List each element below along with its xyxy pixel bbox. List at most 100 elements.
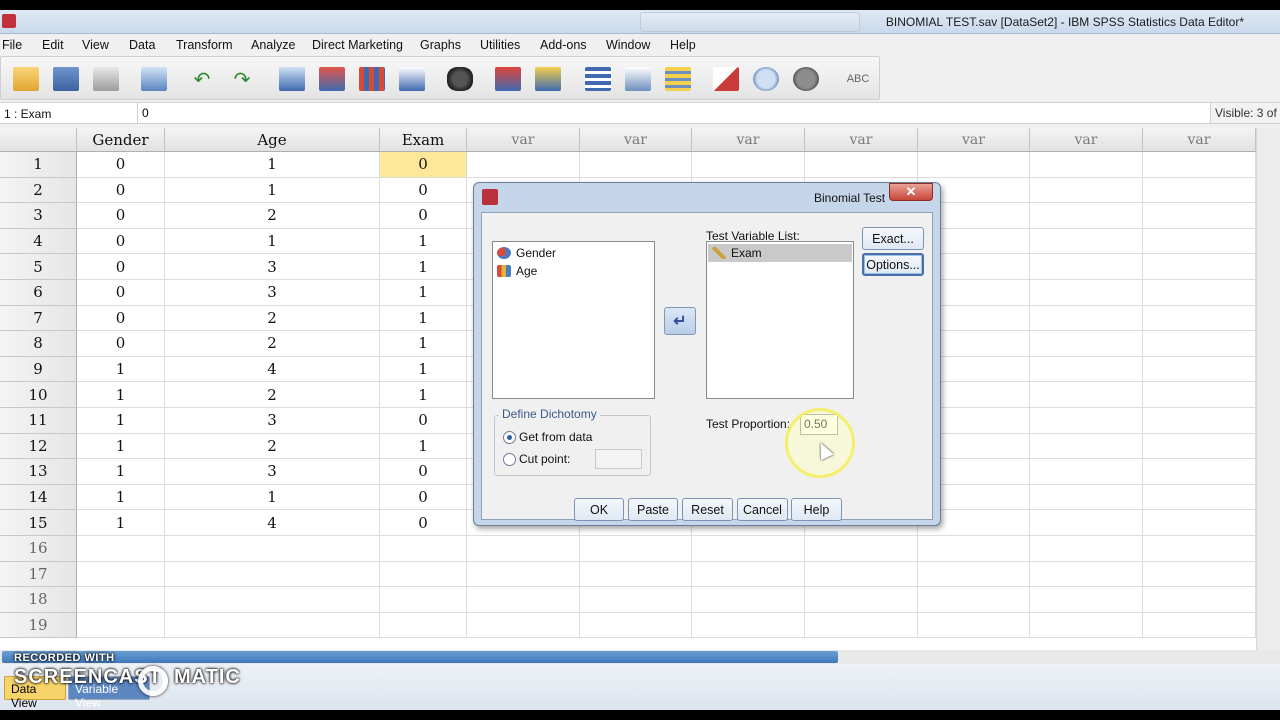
- table-cell[interactable]: [77, 536, 165, 562]
- get-from-data-radio[interactable]: [503, 431, 516, 444]
- row-header[interactable]: 1: [0, 152, 77, 178]
- cell-value-editor[interactable]: 0: [137, 103, 1207, 123]
- table-cell[interactable]: [692, 536, 805, 562]
- table-cell[interactable]: [580, 561, 692, 588]
- menu-utilities[interactable]: Utilities: [480, 38, 520, 52]
- menu-transform[interactable]: Transform: [176, 38, 233, 52]
- show-all-variables-icon[interactable]: [791, 65, 821, 93]
- table-cell[interactable]: 1: [380, 254, 467, 280]
- table-cell[interactable]: 1: [77, 356, 165, 383]
- table-cell[interactable]: [1143, 612, 1256, 639]
- table-cell[interactable]: [1143, 433, 1256, 460]
- table-cell[interactable]: [580, 152, 692, 178]
- table-cell[interactable]: 1: [165, 152, 380, 178]
- table-cell[interactable]: [77, 561, 165, 588]
- table-cell[interactable]: 0: [380, 484, 467, 511]
- table-cell[interactable]: [1143, 228, 1256, 255]
- table-cell[interactable]: [1030, 612, 1143, 639]
- table-cell[interactable]: [805, 587, 918, 613]
- row-header[interactable]: 6: [0, 280, 77, 306]
- table-cell[interactable]: [1030, 408, 1143, 434]
- table-cell[interactable]: [1143, 331, 1256, 357]
- move-variable-button[interactable]: ↵: [664, 307, 696, 335]
- list-item[interactable]: Gender: [497, 244, 556, 262]
- select-cases-icon[interactable]: [663, 65, 693, 93]
- table-cell[interactable]: [580, 612, 692, 639]
- open-folder-icon[interactable]: [11, 65, 41, 93]
- ok-button[interactable]: OK: [574, 498, 624, 521]
- row-header[interactable]: 7: [0, 305, 77, 332]
- table-cell[interactable]: 0: [380, 177, 467, 204]
- table-cell[interactable]: [1030, 484, 1143, 511]
- row-header[interactable]: 2: [0, 177, 77, 204]
- table-cell[interactable]: 0: [77, 254, 165, 280]
- insert-variable-icon[interactable]: [533, 65, 563, 93]
- table-cell[interactable]: 2: [165, 331, 380, 357]
- table-cell[interactable]: [805, 536, 918, 562]
- table-cell[interactable]: [77, 587, 165, 613]
- row-header[interactable]: 9: [0, 356, 77, 383]
- source-variable-list[interactable]: Gender Age: [492, 241, 655, 399]
- table-cell[interactable]: [1143, 408, 1256, 434]
- table-cell[interactable]: [692, 152, 805, 178]
- table-cell[interactable]: 0: [77, 305, 165, 332]
- find-icon[interactable]: [445, 65, 475, 93]
- cancel-button[interactable]: Cancel: [737, 498, 788, 521]
- table-cell[interactable]: [165, 587, 380, 613]
- weight-cases-icon[interactable]: [623, 65, 653, 93]
- get-from-data-label[interactable]: Get from data: [519, 430, 592, 444]
- menu-analyze[interactable]: Analyze: [251, 38, 295, 52]
- column-header-var[interactable]: var: [692, 128, 805, 152]
- table-cell[interactable]: [1030, 510, 1143, 536]
- row-header[interactable]: 17: [0, 561, 77, 588]
- column-header-var[interactable]: var: [580, 128, 692, 152]
- split-file-icon[interactable]: [583, 65, 613, 93]
- table-cell[interactable]: 1: [380, 382, 467, 408]
- table-cell[interactable]: [165, 536, 380, 562]
- table-cell[interactable]: 3: [165, 254, 380, 280]
- table-cell[interactable]: [1030, 254, 1143, 280]
- table-cell[interactable]: [1143, 484, 1256, 511]
- table-cell[interactable]: 1: [77, 510, 165, 536]
- reset-button[interactable]: Reset: [682, 498, 733, 521]
- table-cell[interactable]: 1: [77, 484, 165, 511]
- table-cell[interactable]: [1030, 203, 1143, 229]
- table-cell[interactable]: 0: [77, 203, 165, 229]
- table-cell[interactable]: [805, 152, 918, 178]
- table-cell[interactable]: 0: [380, 510, 467, 536]
- table-cell[interactable]: 1: [380, 433, 467, 460]
- value-labels-icon[interactable]: [711, 65, 741, 93]
- table-cell[interactable]: 4: [165, 356, 380, 383]
- table-cell[interactable]: [380, 587, 467, 613]
- redo-icon[interactable]: ↷: [227, 65, 257, 93]
- help-button[interactable]: Help: [791, 498, 842, 521]
- table-cell[interactable]: 1: [380, 305, 467, 332]
- row-header[interactable]: 8: [0, 331, 77, 357]
- horizontal-scrollbar[interactable]: [0, 650, 1280, 664]
- table-cell[interactable]: [1030, 587, 1143, 613]
- row-header[interactable]: 5: [0, 254, 77, 280]
- table-cell[interactable]: [77, 612, 165, 639]
- table-cell[interactable]: [165, 561, 380, 588]
- table-cell[interactable]: [165, 612, 380, 639]
- table-cell[interactable]: [805, 612, 918, 639]
- table-cell[interactable]: [1030, 459, 1143, 485]
- table-cell[interactable]: [1030, 356, 1143, 383]
- goto-case-icon[interactable]: [277, 65, 307, 93]
- table-cell[interactable]: [1143, 459, 1256, 485]
- menu-data[interactable]: Data: [129, 38, 155, 52]
- column-header-var[interactable]: var: [1143, 128, 1256, 152]
- table-cell[interactable]: 3: [165, 408, 380, 434]
- row-header[interactable]: 19: [0, 612, 77, 639]
- menu-add-ons[interactable]: Add-ons: [540, 38, 587, 52]
- menu-file[interactable]: File: [2, 38, 22, 52]
- table-cell[interactable]: 0: [77, 177, 165, 204]
- table-cell[interactable]: 2: [165, 382, 380, 408]
- table-cell[interactable]: 0: [380, 408, 467, 434]
- column-header-var[interactable]: var: [467, 128, 580, 152]
- row-header[interactable]: 11: [0, 408, 77, 434]
- table-cell[interactable]: [1143, 536, 1256, 562]
- table-cell[interactable]: [1143, 254, 1256, 280]
- menu-help[interactable]: Help: [670, 38, 696, 52]
- table-cell[interactable]: [918, 612, 1030, 639]
